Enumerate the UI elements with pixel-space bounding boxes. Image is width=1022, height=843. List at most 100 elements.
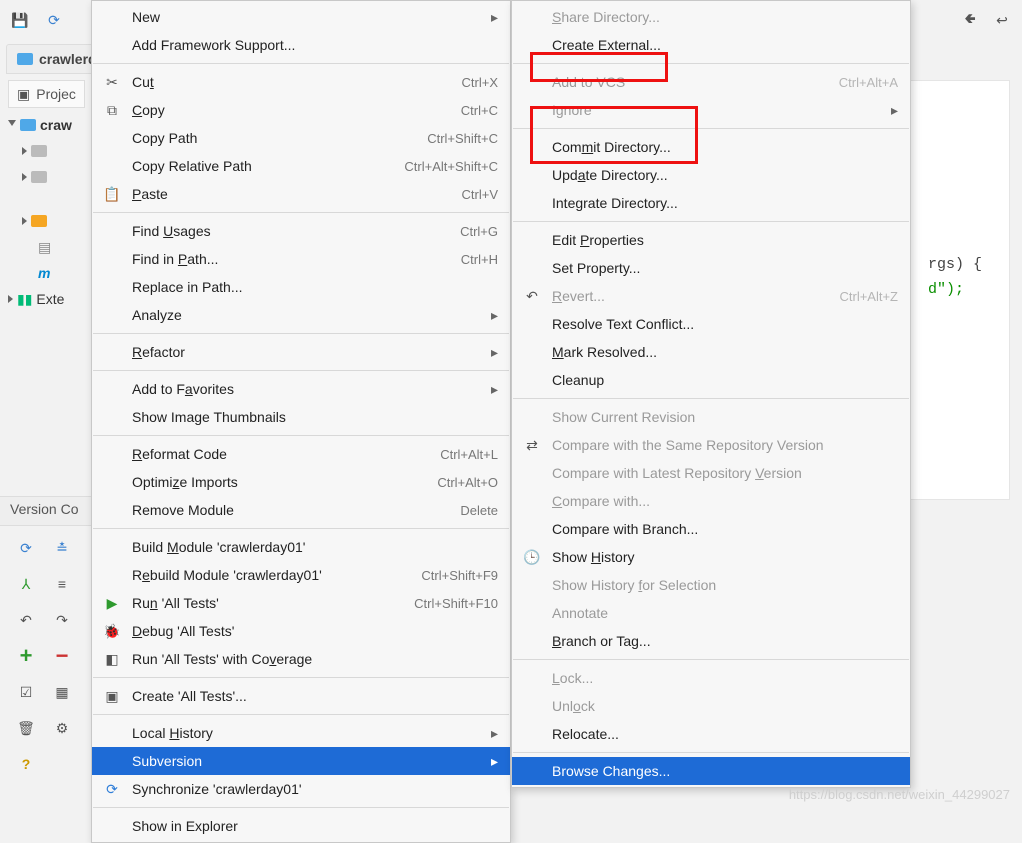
libs-icon: ▮▮ <box>17 291 32 308</box>
tree-item[interactable] <box>8 190 92 208</box>
menu-item[interactable]: ▶Run 'All Tests'Ctrl+Shift+F10 <box>92 589 510 617</box>
tree-item[interactable] <box>8 164 92 190</box>
menu-item[interactable]: ⟳Synchronize 'crawlerday01' <box>92 775 510 803</box>
menu-item-label: Compare with the Same Repository Version <box>552 437 898 453</box>
expand-icon[interactable] <box>8 295 13 303</box>
expand-icon[interactable] <box>22 217 27 225</box>
context-menu-primary: New▸Add Framework Support... ✂CutCtrl+X⧉C… <box>91 0 511 843</box>
menu-item: Show History for Selection <box>512 571 910 599</box>
menu-item[interactable]: ⧉CopyCtrl+C <box>92 96 510 124</box>
menu-item[interactable]: Set Property... <box>512 254 910 282</box>
help-icon[interactable]: ? <box>12 750 40 778</box>
project-panel-icon: ▣ <box>17 86 30 103</box>
redo-icon[interactable]: ↩ <box>990 8 1014 32</box>
menu-item[interactable]: Commit Directory... <box>512 133 910 161</box>
menu-item[interactable]: Find in Path...Ctrl+H <box>92 245 510 273</box>
menu-item[interactable]: Add Framework Support... <box>92 31 510 59</box>
menu-item[interactable]: Relocate... <box>512 720 910 748</box>
menu-item[interactable]: Find UsagesCtrl+G <box>92 217 510 245</box>
menu-item[interactable]: Update Directory... <box>512 161 910 189</box>
gear-icon[interactable]: ⚙ <box>48 714 76 742</box>
tree-item-libs[interactable]: ▮▮ Exte <box>8 286 92 312</box>
menu-item[interactable]: Analyze▸ <box>92 301 510 329</box>
refresh-icon[interactable]: ⟳ <box>42 8 66 32</box>
version-control-panel[interactable]: Version Co <box>0 496 100 526</box>
undo-icon[interactable]: 🢀 <box>958 8 982 32</box>
tree-item[interactable]: m <box>8 260 92 286</box>
menu-item[interactable]: ◧Run 'All Tests' with Coverage <box>92 645 510 673</box>
tree-item[interactable] <box>8 208 92 234</box>
menu-item: Add to VCSCtrl+Alt+A <box>512 68 910 96</box>
menu-item[interactable]: 🐞Debug 'All Tests' <box>92 617 510 645</box>
menu-item[interactable]: Reformat CodeCtrl+Alt+L <box>92 440 510 468</box>
menu-item[interactable]: Resolve Text Conflict... <box>512 310 910 338</box>
expand-icon[interactable] <box>22 147 27 155</box>
separator <box>513 221 909 222</box>
menu-item-label: Mark Resolved... <box>552 344 898 360</box>
project-panel[interactable]: ▣ Projec <box>8 80 85 108</box>
menu-item[interactable]: Rebuild Module 'crawlerday01'Ctrl+Shift+… <box>92 561 510 589</box>
project-panel-label: Projec <box>36 86 76 102</box>
menu-item[interactable]: Subversion▸ <box>92 747 510 775</box>
plus-icon[interactable]: + <box>12 642 40 670</box>
menu-item[interactable]: Edit Properties <box>512 226 910 254</box>
menu-item: Annotate <box>512 599 910 627</box>
menu-item-label: Resolve Text Conflict... <box>552 316 898 332</box>
menu-item[interactable]: ▣Create 'All Tests'... <box>92 682 510 710</box>
menu-item[interactable]: Refactor▸ <box>92 338 510 366</box>
undo-icon[interactable]: ↶ <box>12 606 40 634</box>
menu-item-label: Build Module 'crawlerday01' <box>132 539 498 555</box>
menu-item: Compare with Latest Repository Version <box>512 459 910 487</box>
redo-icon[interactable]: ↷ <box>48 606 76 634</box>
menu-item-shortcut: Ctrl+X <box>462 75 498 90</box>
menu-item[interactable]: Show in Explorer <box>92 812 510 840</box>
tree-item[interactable] <box>8 138 92 164</box>
menu-item[interactable]: Remove ModuleDelete <box>92 496 510 524</box>
grid-icon[interactable]: ▦ <box>48 678 76 706</box>
menu-item[interactable]: Copy Relative PathCtrl+Alt+Shift+C <box>92 152 510 180</box>
menu-item[interactable]: Create External... <box>512 31 910 59</box>
menu-item-label: Find Usages <box>132 223 424 239</box>
refresh-icon[interactable]: ⟳ <box>12 534 40 562</box>
menu-item-label: Show History for Selection <box>552 577 898 593</box>
expand-icon[interactable] <box>22 173 27 181</box>
menu-item[interactable]: Compare with Branch... <box>512 515 910 543</box>
save-icon[interactable]: 💾 <box>8 8 32 32</box>
branch-icon[interactable]: ⅄ <box>12 570 40 598</box>
toolbar-right: 🢀 ↩ <box>958 8 1014 32</box>
menu-item[interactable]: Branch or Tag... <box>512 627 910 655</box>
menu-item-label: Debug 'All Tests' <box>132 623 498 639</box>
menu-item[interactable]: Copy PathCtrl+Shift+C <box>92 124 510 152</box>
tree-item[interactable]: ▤ <box>8 234 92 260</box>
menu-item[interactable]: Cleanup <box>512 366 910 394</box>
menu-item[interactable]: Build Module 'crawlerday01' <box>92 533 510 561</box>
menu-item[interactable]: 🕒Show History <box>512 543 910 571</box>
menu-item-label: Compare with Latest Repository Version <box>552 465 898 481</box>
stack-icon[interactable]: ≡ <box>48 570 76 598</box>
scissors-icon: ✂ <box>100 74 124 91</box>
menu-item: Show Current Revision <box>512 403 910 431</box>
menu-item-label: Unlock <box>552 698 898 714</box>
filter-icon[interactable]: ≛ <box>48 534 76 562</box>
menu-item[interactable]: Add to Favorites▸ <box>92 375 510 403</box>
menu-item[interactable]: New▸ <box>92 3 510 31</box>
menu-item[interactable]: Replace in Path... <box>92 273 510 301</box>
menu-item-label: Remove Module <box>132 502 424 518</box>
expand-icon[interactable] <box>8 120 16 130</box>
menu-item[interactable]: Browse Changes... <box>512 757 910 785</box>
left-tool-buttons: ⟳ ≛ ⅄ ≡ ↶ ↷ + − ☑ ▦ 🗑 ⚙ ? <box>6 528 86 784</box>
tree-root[interactable]: craw <box>8 112 92 138</box>
menu-item[interactable]: Local History▸ <box>92 719 510 747</box>
menu-item-label: Find in Path... <box>132 251 425 267</box>
check-icon[interactable]: ☑ <box>12 678 40 706</box>
menu-item[interactable]: ✂CutCtrl+X <box>92 68 510 96</box>
menu-item[interactable]: Show Image Thumbnails <box>92 403 510 431</box>
menu-item-label: Create 'All Tests'... <box>132 688 498 704</box>
menu-item[interactable]: Mark Resolved... <box>512 338 910 366</box>
menu-item-label: Set Property... <box>552 260 898 276</box>
trash-icon[interactable]: 🗑 <box>12 714 40 742</box>
menu-item[interactable]: 📋PasteCtrl+V <box>92 180 510 208</box>
menu-item[interactable]: Optimize ImportsCtrl+Alt+O <box>92 468 510 496</box>
minus-icon[interactable]: − <box>48 642 76 670</box>
menu-item[interactable]: Integrate Directory... <box>512 189 910 217</box>
